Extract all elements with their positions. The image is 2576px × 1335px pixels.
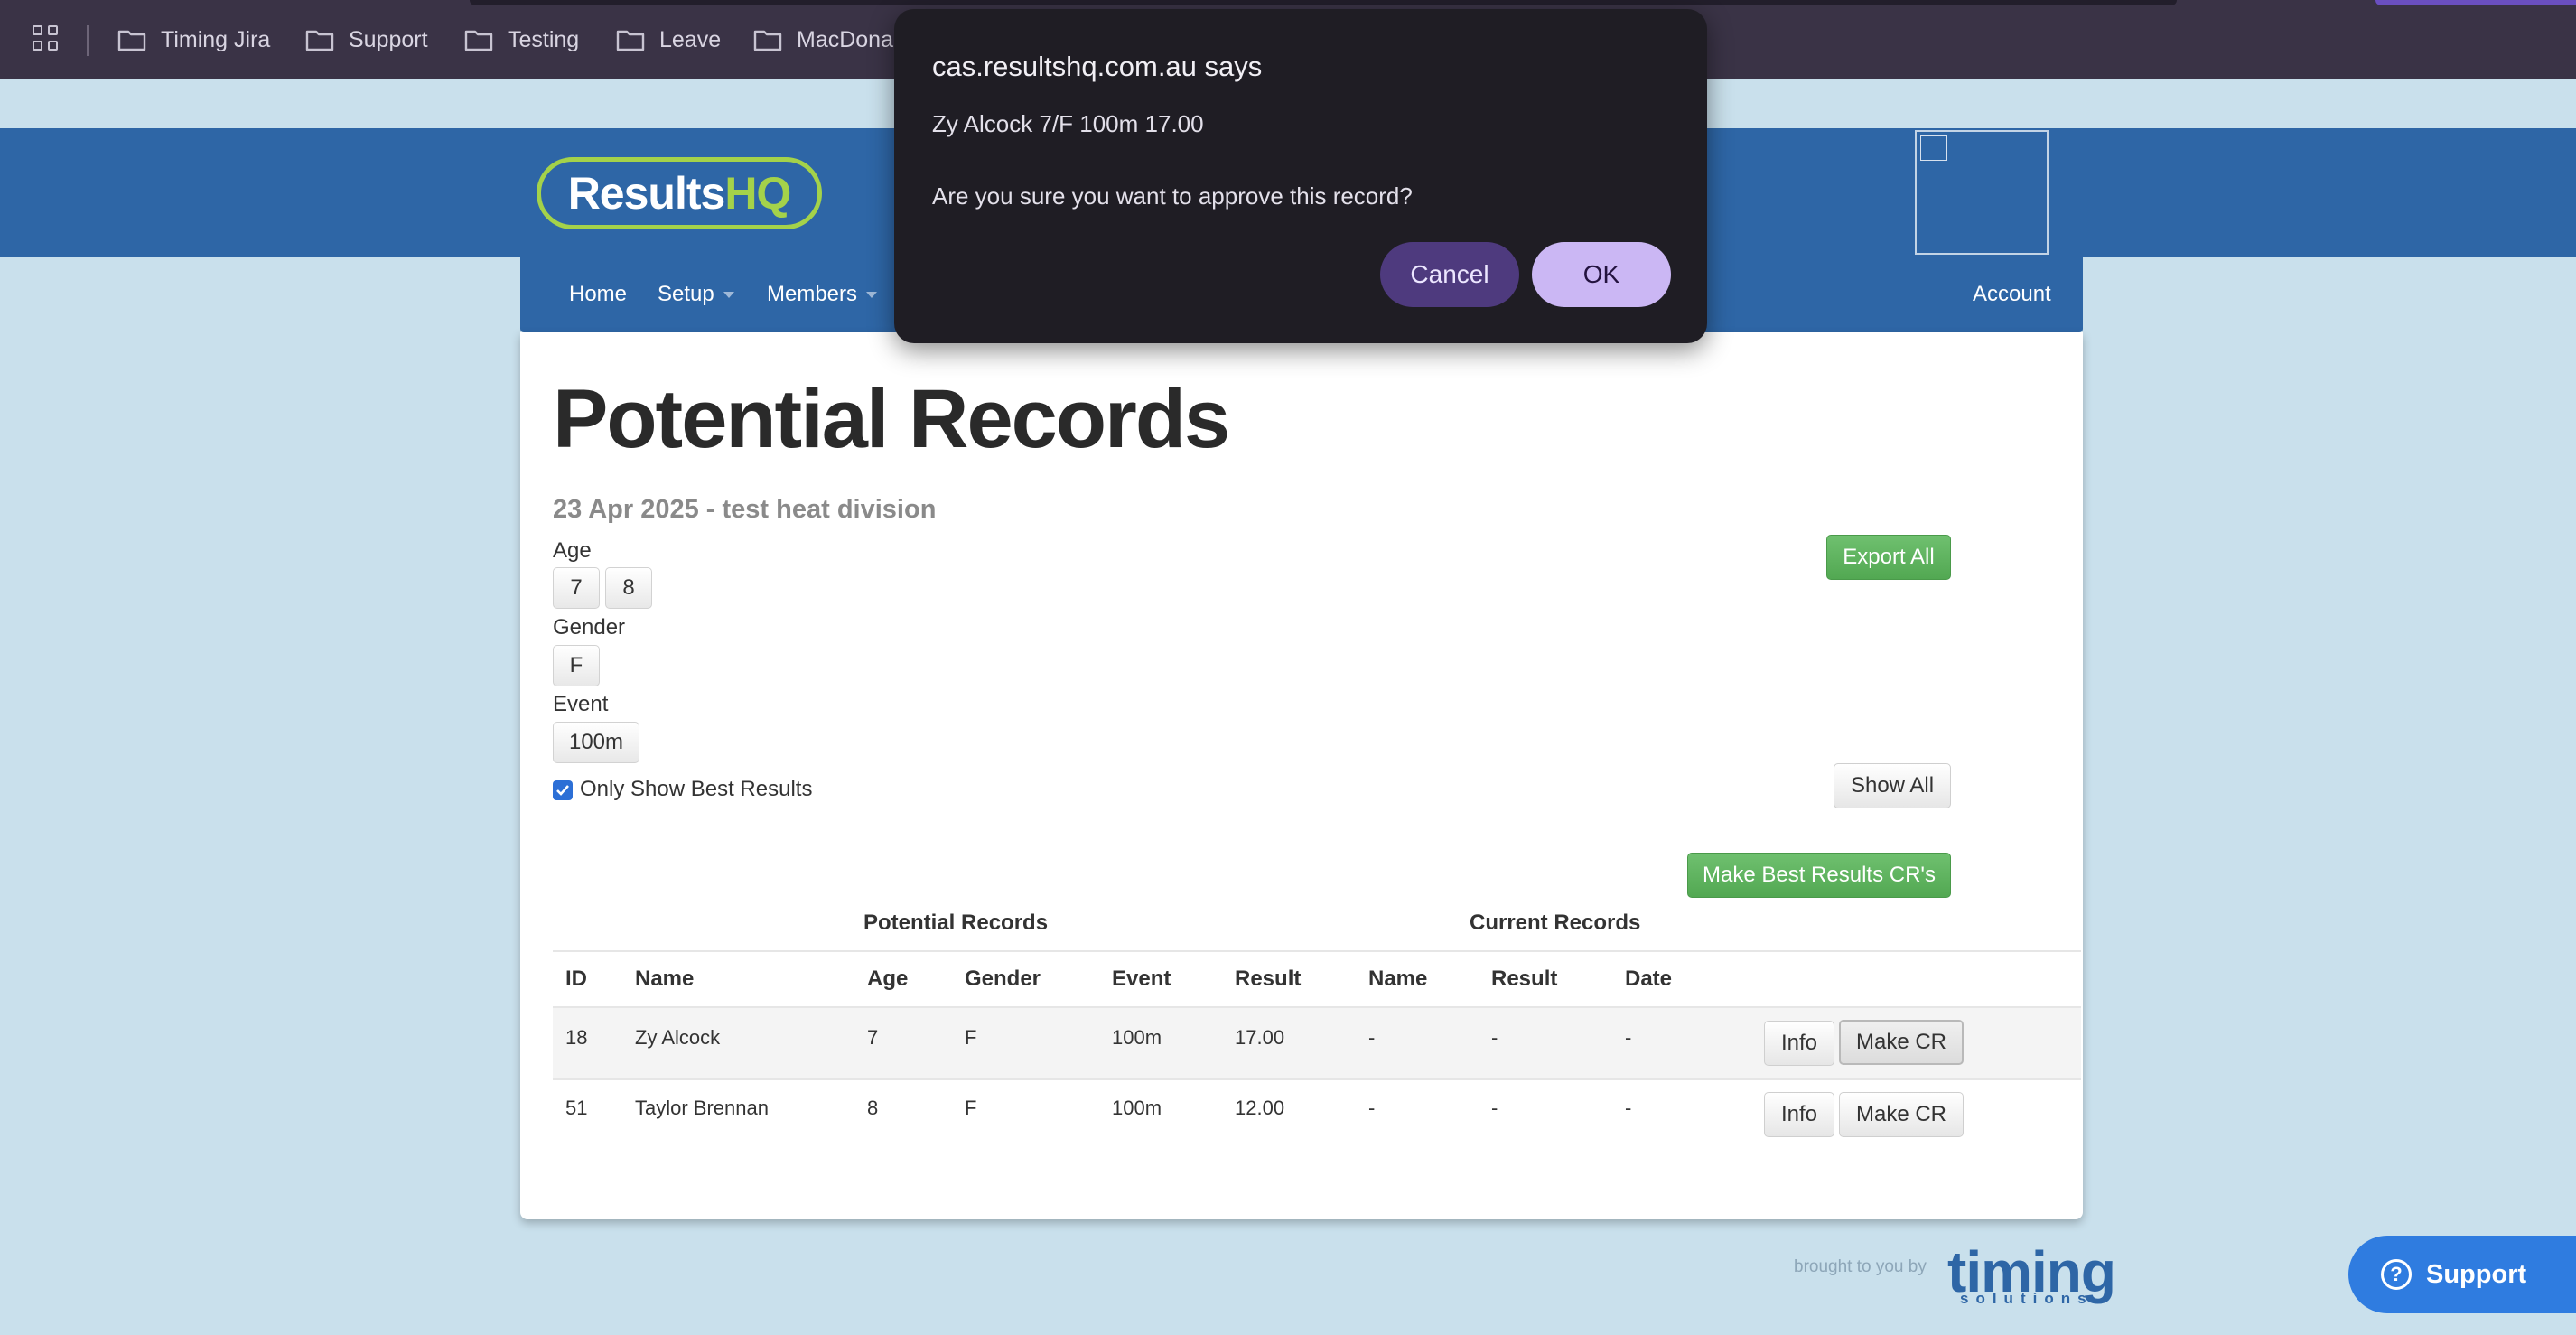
page-title: Potential Records (553, 373, 1230, 465)
age-filter-label: Age (553, 538, 592, 563)
nav-members-label: Members (767, 282, 858, 306)
nav-account-label: Account (1973, 282, 2051, 306)
bookmark-label: Support (349, 26, 428, 52)
brought-to-you-by: brought to you by (1794, 1257, 1927, 1276)
folder-icon (464, 30, 493, 51)
col-header-current-result: Result (1491, 966, 1558, 991)
tab-strip-accent (2375, 0, 2576, 5)
cell-name: Taylor Brennan (635, 1097, 769, 1119)
col-header-age: Age (867, 966, 909, 991)
page-subtitle: 23 Apr 2025 - test heat division (553, 495, 937, 524)
bookmarks-divider (87, 25, 89, 56)
bookmark-leave[interactable]: Leave (616, 22, 721, 58)
confirm-dialog: cas.resultshq.com.au says Zy Alcock 7/F … (894, 9, 1707, 343)
col-header-gender: Gender (965, 966, 1041, 991)
support-label: Support (2426, 1259, 2527, 1289)
dialog-cancel-button[interactable]: Cancel (1380, 242, 1519, 307)
logo-text-hq: HQ (724, 168, 791, 219)
nav-home[interactable]: Home (569, 257, 627, 332)
cell-result: 17.00 (1235, 1026, 1285, 1049)
nav-members[interactable]: Members (767, 257, 878, 332)
col-header-name: Name (635, 966, 695, 991)
nav-home-label: Home (569, 282, 628, 306)
dialog-question: Are you sure you want to approve this re… (932, 182, 1413, 210)
help-question-icon: ? (2381, 1259, 2412, 1290)
event-filter-label: Event (553, 692, 609, 716)
cell-age: 7 (867, 1026, 879, 1049)
make-best-results-cr-button[interactable]: Make Best Results CR's (1687, 853, 1951, 898)
gender-filter-f[interactable]: F (553, 645, 600, 686)
table-divider (553, 950, 2081, 952)
cell-current-date: - (1625, 1097, 1632, 1119)
cell-name: Zy Alcock (635, 1026, 721, 1049)
bookmark-support[interactable]: Support (305, 22, 428, 58)
nav-setup-label: Setup (658, 282, 714, 306)
folder-icon (117, 30, 146, 51)
cell-current-name: - (1368, 1097, 1376, 1119)
checkmark-icon (556, 785, 569, 796)
cell-event: 100m (1112, 1026, 1162, 1049)
cell-id: 51 (565, 1097, 588, 1119)
col-header-result: Result (1235, 966, 1302, 991)
cell-id: 18 (565, 1026, 588, 1049)
bookmark-label: Leave (659, 26, 722, 52)
cell-current-date: - (1625, 1026, 1632, 1049)
bookmark-timing-jira[interactable]: Timing Jira (117, 22, 270, 58)
cell-current-result: - (1491, 1097, 1498, 1119)
cell-gender: F (965, 1026, 977, 1049)
dialog-title: cas.resultshq.com.au says (932, 51, 1263, 82)
make-cr-button[interactable]: Make CR (1839, 1020, 1964, 1065)
nav-account[interactable]: Account (1973, 257, 2051, 332)
info-button[interactable]: Info (1764, 1092, 1834, 1137)
broken-image-icon (1915, 130, 2049, 255)
age-filter-7[interactable]: 7 (553, 567, 600, 609)
caret-down-icon (866, 291, 878, 298)
bookmark-macdonal[interactable]: MacDonal (753, 22, 899, 58)
resultshq-logo[interactable]: Results HQ (537, 157, 822, 229)
dialog-record-summary: Zy Alcock 7/F 100m 17.00 (932, 110, 1204, 137)
bookmark-label: MacDonal (797, 26, 899, 52)
group-header-potential: Potential Records (863, 910, 1049, 935)
gender-filter-label: Gender (553, 615, 626, 639)
event-filter-100m[interactable]: 100m (553, 722, 639, 763)
cell-current-name: - (1368, 1026, 1376, 1049)
only-best-label: Only Show Best Results (580, 777, 813, 801)
tab-strip-edge (470, 0, 2177, 5)
info-button[interactable]: Info (1764, 1021, 1834, 1066)
only-best-checkbox[interactable] (553, 780, 573, 800)
cell-current-result: - (1491, 1026, 1498, 1049)
make-cr-button[interactable]: Make CR (1839, 1092, 1964, 1137)
cell-result: 12.00 (1235, 1097, 1285, 1119)
nav-setup[interactable]: Setup (658, 257, 734, 332)
col-header-current-date: Date (1625, 966, 1673, 991)
folder-icon (753, 30, 782, 51)
folder-icon (305, 30, 334, 51)
cell-age: 8 (867, 1097, 879, 1119)
logo-text-results: Results (567, 168, 726, 219)
col-header-current-name: Name (1368, 966, 1428, 991)
timing-solutions-subtext: solutions (1960, 1290, 2094, 1307)
caret-down-icon (723, 291, 734, 298)
export-all-button[interactable]: Export All (1826, 535, 1951, 580)
cell-gender: F (965, 1097, 977, 1119)
group-header-current: Current Records (1470, 910, 1641, 935)
col-header-event: Event (1112, 966, 1171, 991)
bookmark-label: Testing (508, 26, 580, 52)
dialog-ok-button[interactable]: OK (1532, 242, 1671, 307)
apps-grid-icon[interactable] (33, 25, 61, 54)
col-header-id: ID (565, 966, 587, 991)
age-filter-8[interactable]: 8 (605, 567, 652, 609)
cell-event: 100m (1112, 1097, 1162, 1119)
folder-icon (616, 30, 645, 51)
show-all-button[interactable]: Show All (1834, 763, 1951, 808)
bookmark-testing[interactable]: Testing (464, 22, 579, 58)
support-button[interactable]: ? Support (2348, 1236, 2576, 1313)
bookmark-label: Timing Jira (161, 26, 271, 52)
